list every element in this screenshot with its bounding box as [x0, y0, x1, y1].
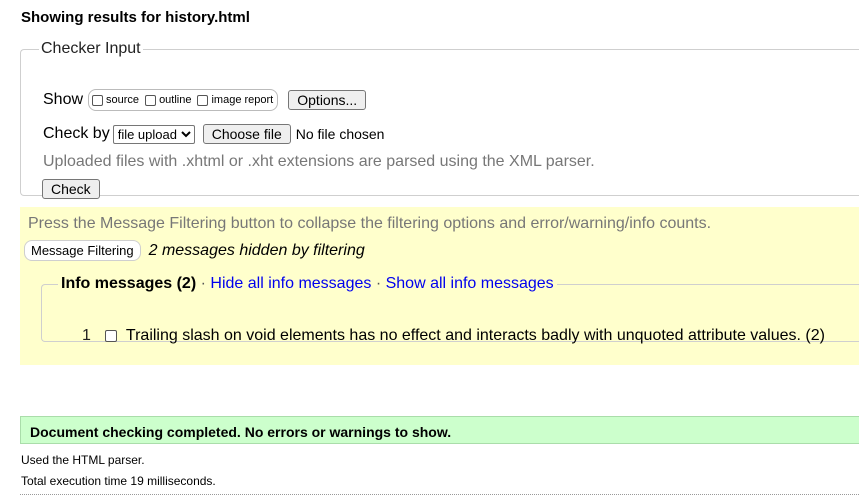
hidden-messages-note: 2 messages hidden by filtering: [148, 241, 365, 259]
options-button[interactable]: Options...: [288, 90, 367, 110]
image-report-checkbox[interactable]: [197, 94, 209, 106]
info-message-item: 1 Trailing slash on void elements has no…: [82, 327, 825, 345]
option-source[interactable]: source: [92, 94, 139, 106]
show-options-group: source outline image report: [88, 89, 279, 111]
source-checkbox[interactable]: [92, 94, 104, 106]
check-button[interactable]: Check: [42, 179, 100, 199]
success-banner: Document checking completed. No errors o…: [20, 416, 859, 444]
checker-input-panel: Checker Input Show source outline image …: [20, 40, 859, 199]
option-outline[interactable]: outline: [145, 94, 191, 106]
page-title: Showing results for history.html: [21, 9, 250, 26]
check-by-label: Check by: [43, 125, 110, 142]
check-by-select[interactable]: file upload: [112, 124, 195, 144]
message-filtering-panel: Press the Message Filtering button to co…: [20, 207, 859, 365]
message-filtering-button[interactable]: Message Filtering: [24, 240, 141, 261]
message-text: Trailing slash on void elements has no e…: [125, 327, 825, 344]
no-file-text: No file chosen: [295, 126, 385, 142]
show-label: Show: [43, 91, 84, 108]
xml-parser-hint: Uploaded files with .xhtml or .xht exten…: [43, 153, 595, 170]
info-messages-title: Info messages (2): [61, 275, 197, 292]
message-checkbox[interactable]: [104, 330, 117, 342]
filtering-hint: Press the Message Filtering button to co…: [28, 215, 712, 232]
choose-file-button[interactable]: Choose file: [202, 124, 291, 144]
footer-divider: [20, 494, 859, 495]
hide-all-info-link[interactable]: Hide all info messages: [210, 275, 371, 292]
message-number: 1: [82, 327, 91, 344]
checker-input-legend: Checker Input: [41, 40, 141, 57]
info-messages-legend: Info messages (2) · Hide all info messag…: [61, 275, 554, 292]
parser-note: Used the HTML parser.: [21, 453, 145, 467]
filtering-row: Message Filtering 2 messages hidden by f…: [24, 240, 365, 261]
outline-checkbox[interactable]: [145, 94, 157, 106]
show-row: Show source outline image report Options…: [43, 89, 367, 111]
check-by-row: Check by file upload Choose file No file…: [43, 124, 384, 144]
show-all-info-link[interactable]: Show all info messages: [386, 275, 554, 292]
execution-time: Total execution time 19 milliseconds.: [21, 474, 216, 488]
option-image-report[interactable]: image report: [197, 94, 273, 106]
info-messages-panel: Info messages (2) · Hide all info messag…: [41, 275, 859, 345]
